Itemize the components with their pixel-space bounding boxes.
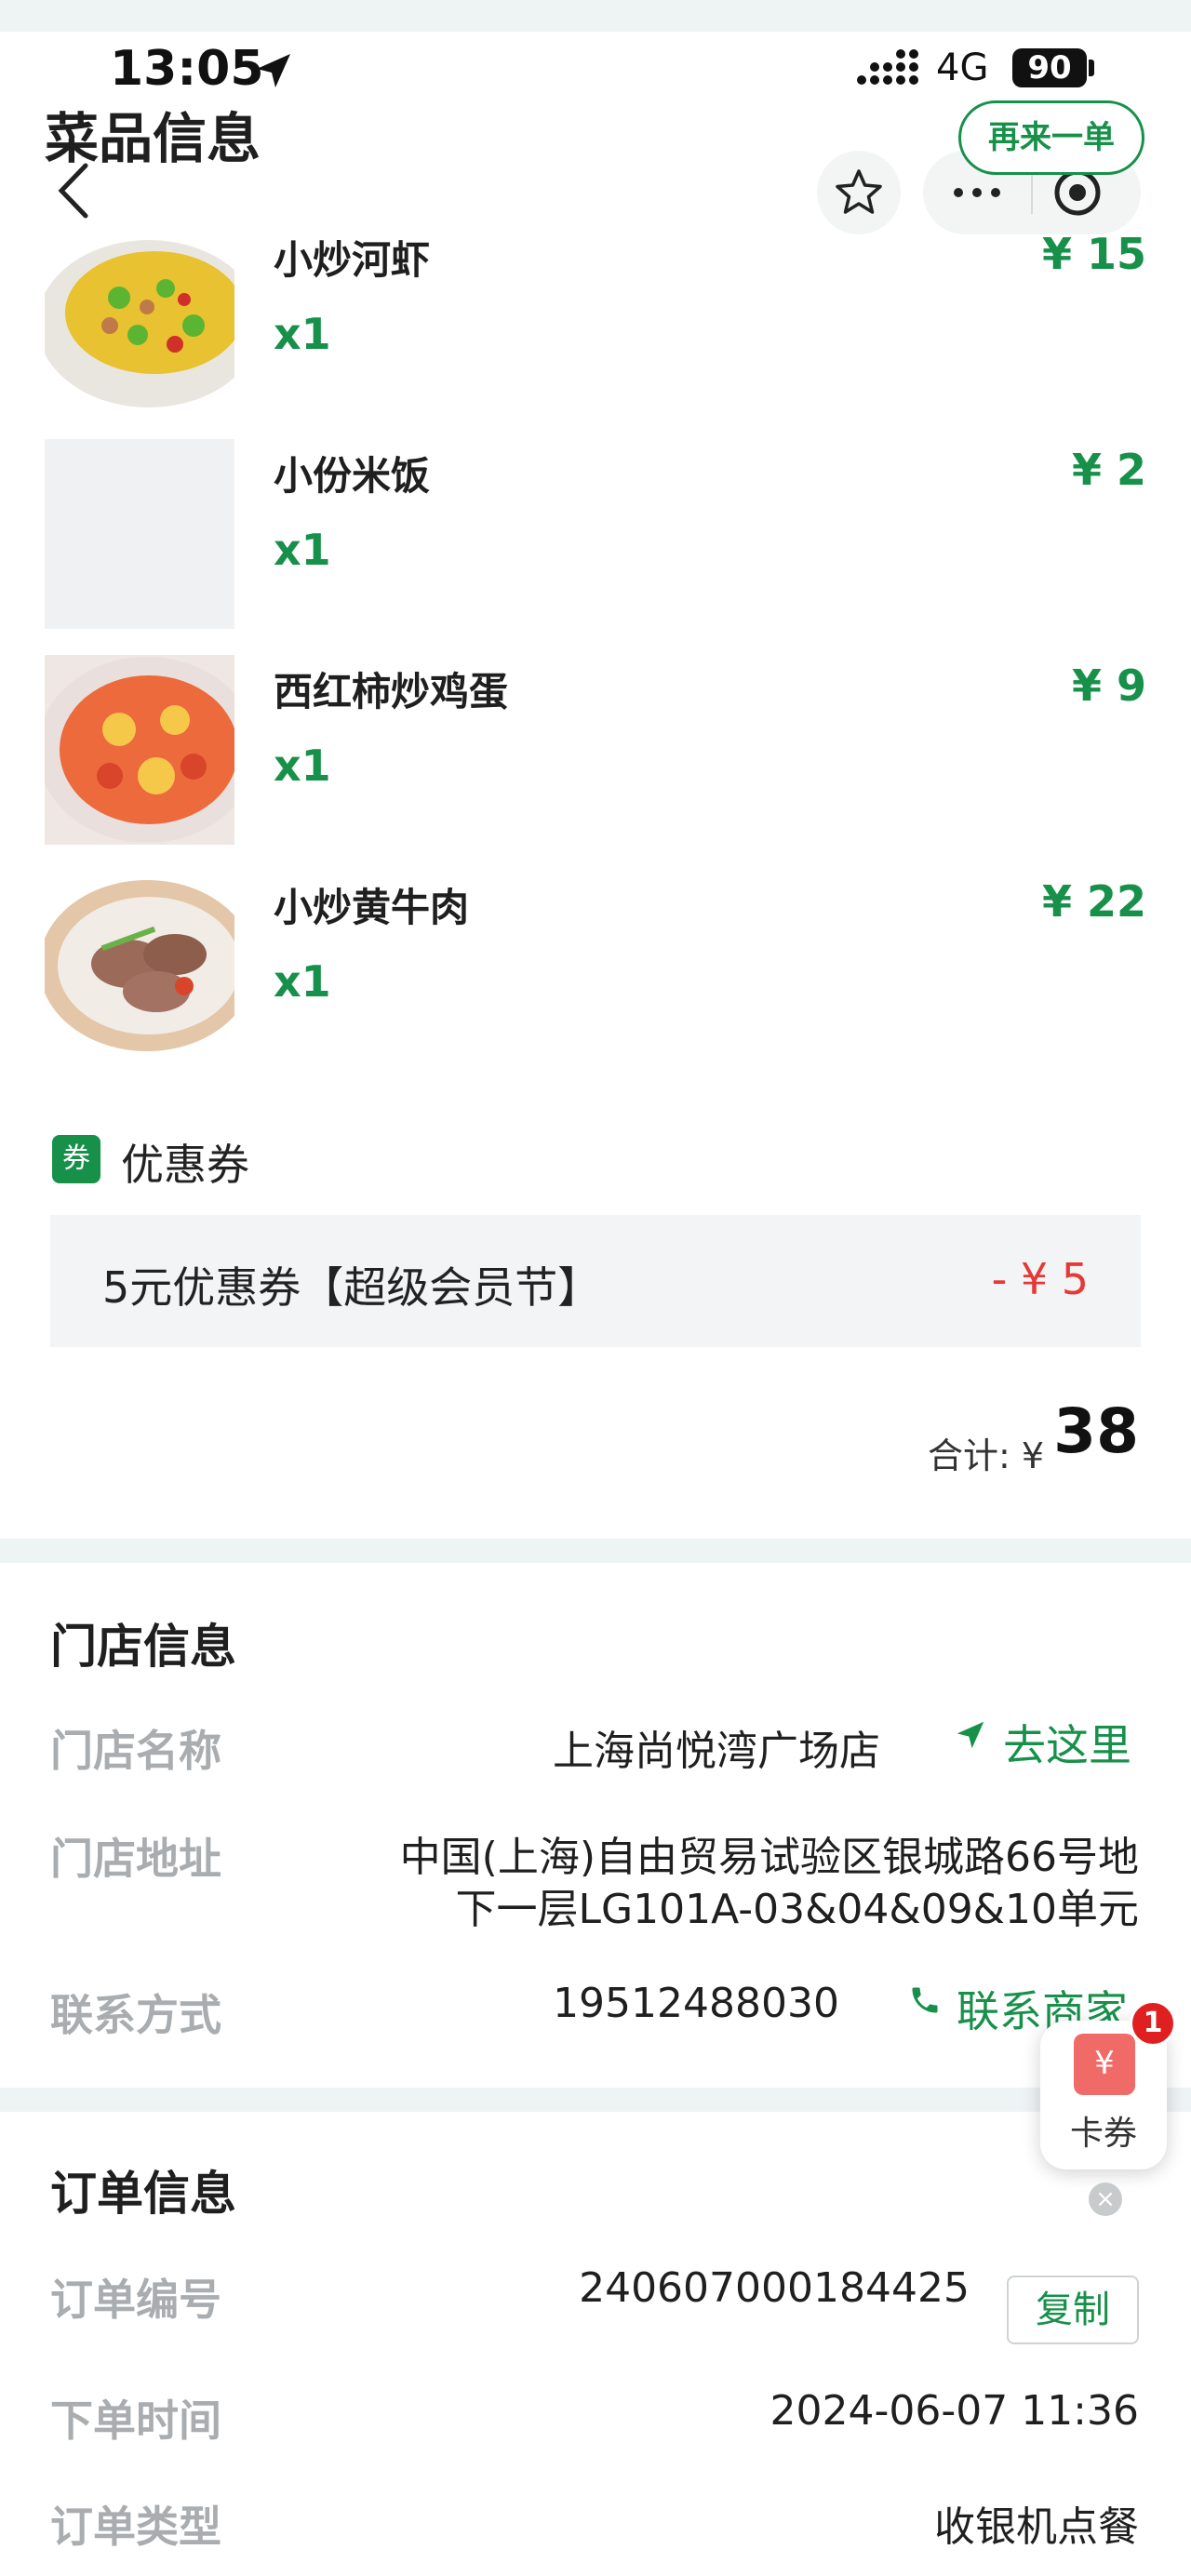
back-arrow-icon[interactable] — [52, 160, 93, 221]
battery-tip — [1089, 60, 1094, 76]
store-address-line1: 中国(上海)自由贸易试验区银城路66号地 — [399, 1834, 1139, 1881]
status-bar: 13:05 4G 90 — [0, 41, 1191, 97]
store-address-line2: 下一层LG101A-03&04&09&10单元 — [455, 1886, 1140, 1933]
total-amount: 38 — [1053, 1395, 1139, 1467]
coupon-tag-icon: 券 — [52, 1135, 100, 1183]
order-time: 2024-06-07 11:36 — [769, 2387, 1140, 2435]
dish-item: 小炒黄牛肉 x1 ¥ 22 — [0, 871, 1191, 1066]
dish-name: 西红柿炒鸡蛋 — [274, 669, 509, 714]
star-icon — [836, 169, 882, 214]
dish-quantity: x1 — [274, 741, 331, 791]
card-coupon-label: 卡券 — [1069, 2115, 1137, 2153]
dish-item: 小炒河虾 x1 ¥ 15 — [0, 223, 1191, 419]
dish-item: 西红柿炒鸡蛋 x1 ¥ 9 — [0, 655, 1191, 850]
dish-image — [45, 655, 234, 845]
store-name-label: 门店名称 — [50, 1726, 221, 1776]
contact-label: 联系方式 — [50, 1990, 221, 2040]
dish-name: 小炒黄牛肉 — [274, 885, 470, 930]
order-number-label: 订单编号 — [50, 2275, 221, 2325]
store-phone: 19512488030 — [553, 1980, 839, 2027]
coupon-wallet-icon: ¥ — [1074, 2034, 1135, 2095]
dish-price: ¥ 22 — [1041, 876, 1146, 927]
coupon-amount: - ¥ 5 — [991, 1254, 1089, 1304]
dish-quantity: x1 — [274, 309, 331, 359]
dish-name: 小份米饭 — [274, 453, 431, 499]
dish-name: 小炒河虾 — [274, 237, 431, 283]
navigate-label: 去这里 — [1003, 1720, 1131, 1770]
dish-image-placeholder — [45, 439, 234, 629]
section-divider — [0, 1539, 1191, 1563]
order-time-label: 下单时间 — [50, 2396, 221, 2446]
store-address-label: 门店地址 — [50, 1834, 221, 1884]
favorite-button[interactable] — [817, 151, 901, 234]
navigate-link[interactable]: 去这里 — [953, 1712, 1148, 1770]
status-time: 13:05 — [110, 41, 264, 97]
signal-icon — [857, 49, 918, 85]
order-type-label: 订单类型 — [50, 2502, 221, 2552]
dish-quantity: x1 — [274, 525, 331, 575]
network-type: 4G — [936, 47, 989, 89]
section-divider — [0, 2088, 1191, 2112]
dish-item: 小份米饭 x1 ¥ 2 — [0, 439, 1191, 634]
coupon-title: 优惠券 — [121, 1140, 249, 1190]
total-label: 合计: ¥ — [927, 1435, 1044, 1476]
dish-quantity: x1 — [274, 956, 331, 1007]
dish-image — [45, 223, 234, 413]
reorder-button[interactable]: 再来一单 — [958, 100, 1144, 175]
close-widget-icon[interactable]: × — [1089, 2182, 1122, 2216]
dish-price: ¥ 9 — [1071, 661, 1146, 711]
phone-icon — [912, 1987, 938, 2013]
notification-badge: 1 — [1130, 2000, 1176, 2047]
copy-button[interactable]: 复制 — [1007, 2276, 1139, 2344]
store-section-title: 门店信息 — [50, 1620, 236, 1674]
dish-price: ¥ 2 — [1071, 445, 1146, 495]
store-name: 上海尚悦湾广场店 — [553, 1728, 880, 1775]
location-arrow-icon — [257, 54, 290, 87]
dish-image — [45, 871, 234, 1061]
coupon-row[interactable]: 5元优惠券【超级会员节】 - ¥ 5 — [50, 1215, 1141, 1347]
dish-price: ¥ 15 — [1041, 229, 1146, 279]
navigation-arrow-icon — [957, 1721, 984, 1749]
order-type: 收银机点餐 — [934, 2503, 1139, 2551]
coupon-name: 5元优惠券【超级会员节】 — [102, 1262, 601, 1313]
order-number: 240607000184425 — [579, 2264, 970, 2312]
battery-indicator: 90 — [1012, 48, 1087, 87]
order-section-title: 订单信息 — [50, 2167, 236, 2221]
